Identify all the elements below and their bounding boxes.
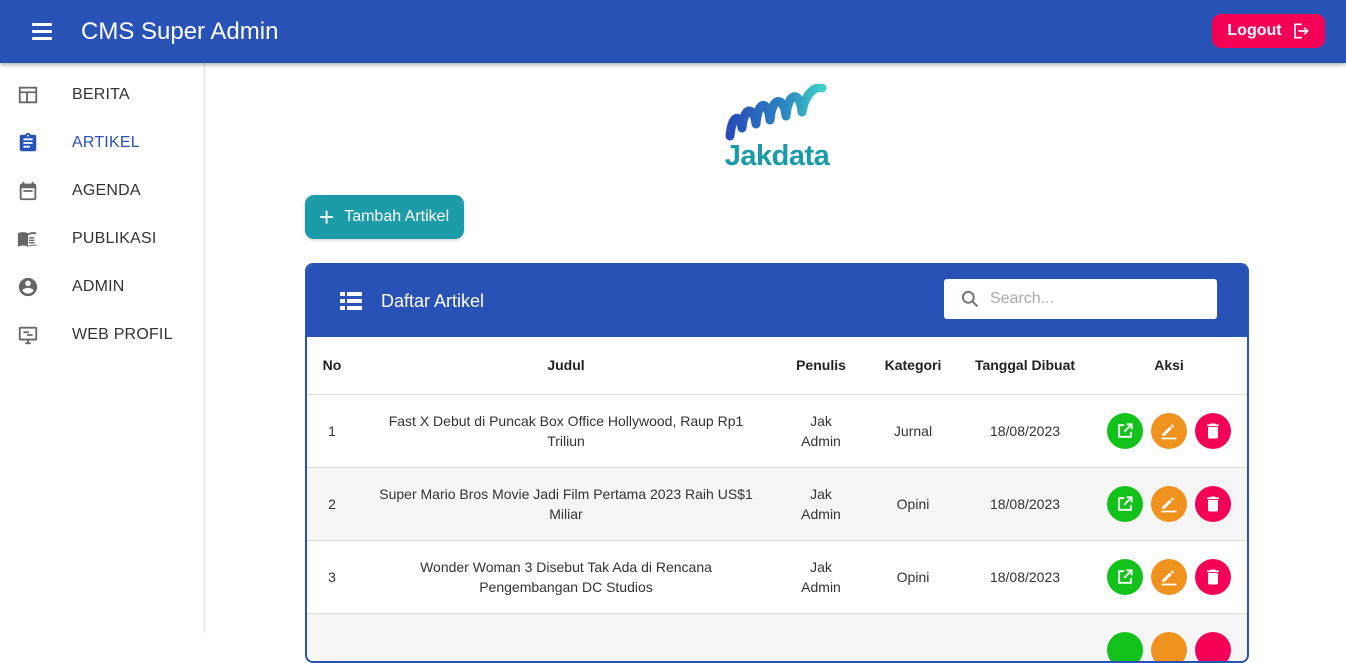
search-field[interactable]: [944, 279, 1217, 319]
cell-penulis: [775, 613, 867, 663]
app-bar: CMS Super Admin Logout: [0, 0, 1346, 63]
cell-judul: Fast X Debut di Puncak Box Office Hollyw…: [357, 394, 775, 467]
book-icon: [17, 228, 39, 250]
cell-kategori: Opini: [867, 540, 959, 613]
sidebar-item-label: ARTIKEL: [72, 134, 140, 152]
table-row: [307, 613, 1247, 663]
delete-button[interactable]: [1195, 486, 1231, 522]
sidebar: BERITA ARTIKEL AGENDA PUBLIKASI ADMIN WE…: [0, 63, 205, 633]
open-button[interactable]: [1107, 486, 1143, 522]
logo-text: Jakdata: [714, 140, 840, 173]
column-header-aksi: Aksi: [1091, 337, 1247, 394]
delete-button[interactable]: [1195, 413, 1231, 449]
edit-button[interactable]: [1151, 486, 1187, 522]
search-input[interactable]: [990, 290, 1190, 308]
cell-aksi: [1091, 394, 1247, 467]
open-in-new-icon: [1115, 494, 1135, 514]
delete-button[interactable]: [1195, 632, 1231, 663]
pencil-icon: [1159, 494, 1179, 514]
cell-judul: Super Mario Bros Movie Jadi Film Pertama…: [357, 467, 775, 540]
column-header-kategori: Kategori: [867, 337, 959, 394]
logout-label: Logout: [1227, 22, 1281, 40]
cell-aksi: [1091, 467, 1247, 540]
cell-aksi: [1091, 540, 1247, 613]
sidebar-item-label: BERITA: [72, 86, 130, 104]
open-button[interactable]: [1107, 559, 1143, 595]
table-row: 2 Super Mario Bros Movie Jadi Film Perta…: [307, 467, 1247, 540]
add-article-label: Tambah Artikel: [344, 208, 449, 226]
sidebar-item-publikasi[interactable]: PUBLIKASI: [0, 215, 204, 263]
jakdata-logo: Jakdata: [714, 84, 840, 176]
newspaper-icon: [17, 84, 39, 106]
search-icon: [960, 289, 980, 309]
sidebar-item-berita[interactable]: BERITA: [0, 71, 204, 119]
jakdata-wave-icon: [714, 84, 840, 144]
table-header-row: No Judul Penulis Kategori Tanggal Dibuat…: [307, 337, 1247, 394]
cell-kategori: Jurnal: [867, 394, 959, 467]
app-title: CMS Super Admin: [81, 18, 278, 46]
logout-icon: [1290, 21, 1310, 41]
edit-button[interactable]: [1151, 413, 1187, 449]
cell-penulis: Jak Admin: [775, 540, 867, 613]
cell-no: 2: [307, 467, 357, 540]
menu-icon[interactable]: [32, 20, 56, 44]
account-circle-icon: [17, 276, 39, 298]
open-button[interactable]: [1107, 413, 1143, 449]
edit-button[interactable]: [1151, 632, 1187, 663]
open-in-new-icon: [1115, 567, 1135, 587]
article-table: No Judul Penulis Kategori Tanggal Dibuat…: [307, 337, 1247, 663]
sidebar-item-label: PUBLIKASI: [72, 230, 157, 248]
cell-kategori: [867, 613, 959, 663]
open-in-new-icon: [1115, 421, 1135, 441]
cell-tanggal: 18/08/2023: [959, 394, 1091, 467]
cell-penulis: Jak Admin: [775, 467, 867, 540]
column-header-tanggal: Tanggal Dibuat: [959, 337, 1091, 394]
edit-button[interactable]: [1151, 559, 1187, 595]
open-button[interactable]: [1107, 632, 1143, 663]
trash-icon: [1203, 494, 1223, 514]
cell-no: 1: [307, 394, 357, 467]
monitor-icon: [17, 324, 39, 346]
cell-tanggal: 18/08/2023: [959, 540, 1091, 613]
sidebar-item-label: WEB PROFIL: [72, 326, 173, 344]
cell-judul: Wonder Woman 3 Disebut Tak Ada di Rencan…: [357, 540, 775, 613]
pencil-icon: [1159, 567, 1179, 587]
article-table-card: Daftar Artikel No Judul Penulis Kategori…: [305, 263, 1249, 663]
cell-judul: [357, 613, 775, 663]
card-title: Daftar Artikel: [381, 291, 484, 312]
pencil-icon: [1159, 421, 1179, 441]
plus-icon: +: [319, 204, 334, 230]
cell-no: 3: [307, 540, 357, 613]
trash-icon: [1203, 421, 1223, 441]
sidebar-item-admin[interactable]: ADMIN: [0, 263, 204, 311]
logout-button[interactable]: Logout: [1212, 14, 1325, 48]
table-row: 1 Fast X Debut di Puncak Box Office Holl…: [307, 394, 1247, 467]
sidebar-item-label: AGENDA: [72, 182, 141, 200]
clipboard-icon: [17, 132, 39, 154]
column-header-no: No: [307, 337, 357, 394]
column-header-penulis: Penulis: [775, 337, 867, 394]
table-row: 3 Wonder Woman 3 Disebut Tak Ada di Renc…: [307, 540, 1247, 613]
cell-tanggal: 18/08/2023: [959, 467, 1091, 540]
sidebar-item-label: ADMIN: [72, 278, 125, 296]
trash-icon: [1203, 567, 1223, 587]
cell-aksi: [1091, 613, 1247, 663]
calendar-icon: [17, 180, 39, 202]
sidebar-item-agenda[interactable]: AGENDA: [0, 167, 204, 215]
sidebar-item-web-profil[interactable]: WEB PROFIL: [0, 311, 204, 359]
add-article-button[interactable]: + Tambah Artikel: [305, 195, 464, 239]
cell-kategori: Opini: [867, 467, 959, 540]
card-header: Daftar Artikel: [307, 265, 1247, 337]
list-icon: [340, 292, 362, 310]
delete-button[interactable]: [1195, 559, 1231, 595]
cell-tanggal: [959, 613, 1091, 663]
sidebar-item-artikel[interactable]: ARTIKEL: [0, 119, 204, 167]
cell-penulis: Jak Admin: [775, 394, 867, 467]
column-header-judul: Judul: [357, 337, 775, 394]
cell-no: [307, 613, 357, 663]
